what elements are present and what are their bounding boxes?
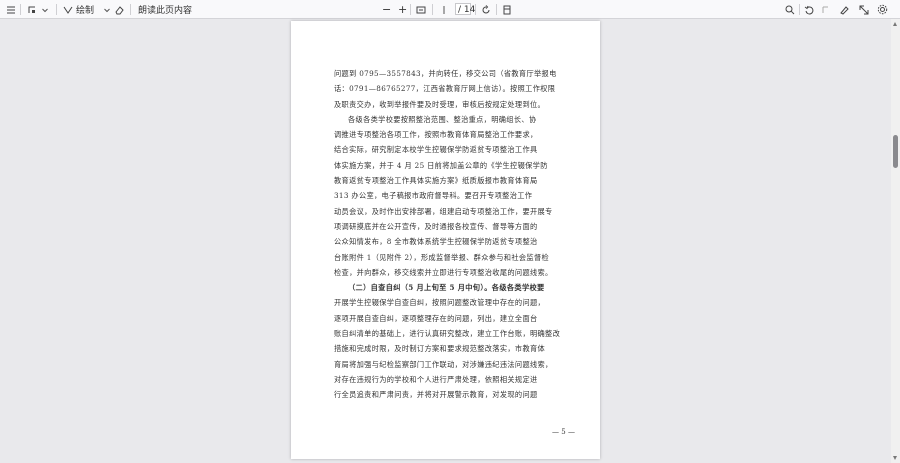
chevron-down-icon[interactable]	[103, 6, 111, 14]
prev-page-button[interactable]	[441, 3, 447, 16]
zoom-out-label: −	[382, 3, 392, 16]
chevron-up-icon	[443, 5, 445, 14]
eraser-icon	[115, 5, 124, 14]
eraser-button[interactable]	[114, 3, 124, 16]
undo-button[interactable]	[804, 3, 814, 16]
text-line: 逐项开展自查自纠，逐项整理存在的问题，列出，建立全面台	[334, 313, 538, 323]
read-aloud-label: 朗读此页内容	[138, 6, 193, 16]
toolbar-divider	[410, 4, 411, 15]
zoom-in-label: +	[398, 3, 408, 16]
sidebar-toggle-button[interactable]	[6, 3, 16, 16]
undo-icon	[804, 5, 814, 14]
text-line: 及职责交办，收到举报件要及时受理，审核后按规定处理到位。	[334, 99, 546, 109]
draw-label: 绘制	[76, 6, 95, 16]
pen-icon	[840, 5, 849, 15]
text-line: 台账附件 1（见附件 2），形成监督举报、群众参与和社会监督检	[334, 252, 550, 262]
page-text-body: 问题到 0795—3557843，并向转任，移交公司（省教育厅举报电 话：0791…	[334, 66, 561, 403]
redo-button[interactable]	[821, 3, 831, 16]
text-line: 检查，并向群众，移交线索并立即进行专项整治收尾的问题线索。	[334, 267, 553, 277]
scroll-up-icon[interactable]	[893, 22, 897, 26]
expand-icon	[859, 5, 869, 14]
redo-icon	[822, 6, 828, 13]
draw-icon	[63, 6, 73, 14]
chevron-down-icon[interactable]	[41, 6, 49, 14]
rotate-icon	[482, 4, 490, 13]
page-total-label: / 14	[458, 4, 476, 15]
vertical-scrollbar[interactable]	[891, 19, 900, 463]
text-line: （二）自查自纠（5 月上旬至 5 月中旬）。各级各类学校要	[348, 283, 545, 293]
text-line: 行全员追责和严肃问责，并将对开展警示教育，对发现的问题	[334, 390, 538, 400]
highlight-button[interactable]	[27, 3, 49, 16]
gear-icon	[877, 4, 888, 15]
zoom-in-button[interactable]: +	[398, 3, 407, 16]
page-view-icon	[503, 5, 511, 14]
read-aloud-button[interactable]: 朗读此页内容	[138, 3, 192, 16]
text-line: 项调研摸底并在公开宣传，及时通报各校宣传、督导等方面的	[334, 221, 538, 231]
text-line: 体实施方案，并于 4 月 25 日前将加盖公章的《学生控辍保学防	[334, 160, 548, 170]
toolbar-divider	[130, 4, 131, 15]
pen-button[interactable]	[839, 3, 849, 16]
pdf-page: 问题到 0795—3557843，并向转任，移交公司（省教育厅举报电 话：0791…	[291, 21, 600, 459]
toolbar-divider	[20, 4, 21, 15]
expand-button[interactable]	[859, 3, 869, 16]
page-view-button[interactable]	[502, 3, 512, 16]
text-line: 开展学生控辍保学自查自纠，按照问题整改管理中存在的问题，	[334, 298, 546, 308]
text-line: 结合实际，研究制定本校学生控辍保学防返贫专项整治工作具	[334, 145, 538, 155]
fit-page-button[interactable]	[416, 3, 426, 16]
text-line: 313 办公室，电子稿报市政府督导科。要召开专项整治工作	[334, 191, 533, 201]
settings-button[interactable]	[877, 3, 888, 16]
toolbar-divider	[432, 4, 433, 15]
toolbar-divider	[475, 4, 476, 15]
search-button[interactable]	[785, 3, 795, 16]
rotate-button[interactable]	[481, 3, 491, 16]
text-line: 教育返贫专项整治工作具体实施方案》纸质版报市教育体育局	[334, 176, 538, 186]
draw-button[interactable]: 绘制	[63, 3, 111, 16]
search-icon	[785, 5, 795, 14]
text-line: 育局将加强与纪检监察部门工作联动，对涉嫌违纪违法问题线索，	[334, 359, 553, 369]
text-line: 动员会议，及时作出安排部署，组建启动专项整治工作，要开展专	[334, 206, 553, 216]
toolbar-divider	[799, 4, 800, 15]
text-line: 话：0791—86765277，江西省教育厅网上信访）。按照工作权限	[334, 84, 556, 94]
toolbar-divider	[56, 4, 57, 15]
text-line: 公众知情发布，8 全市教体系统学生控辍保学防返贫专项整治	[334, 237, 538, 247]
scroll-down-icon[interactable]	[893, 456, 897, 460]
text-line: 对存在违规行为的学校和个人进行严肃处理，依照相关规定进	[334, 374, 538, 384]
text-line: 账自纠清单的基础上，进行认真研究整改，建立工作台账，明确整改	[334, 329, 561, 339]
page-total: / 14	[458, 3, 475, 16]
text-line: 措施和完成时限，及时制订方案和要求规范整改落实，市教育体	[334, 344, 546, 354]
page-number-footer: — 5 —	[291, 428, 600, 436]
text-line: 各级各类学校要按照整治范围、整治重点，明确组长、协	[348, 114, 537, 124]
fit-page-icon	[416, 6, 426, 13]
scrollbar-thumb[interactable]	[893, 135, 898, 168]
highlight-icon	[28, 6, 35, 13]
page-number-text: — 5 —	[552, 428, 575, 436]
document-viewer[interactable]: 问题到 0795—3557843，并向转任，移交公司（省教育厅举报电 话：0791…	[0, 19, 900, 463]
toolbar-divider	[496, 4, 497, 15]
text-line: 问题到 0795—3557843，并向转任，移交公司（省教育厅举报电	[334, 69, 557, 78]
sidebar-icon	[7, 6, 15, 13]
zoom-out-button[interactable]: −	[382, 3, 391, 16]
pdf-toolbar: 绘制 朗读此页内容 − + / 14	[0, 0, 900, 19]
text-line: 调推进专项整治各项工作，按照市教育体育局整治工作要求，	[334, 130, 538, 140]
